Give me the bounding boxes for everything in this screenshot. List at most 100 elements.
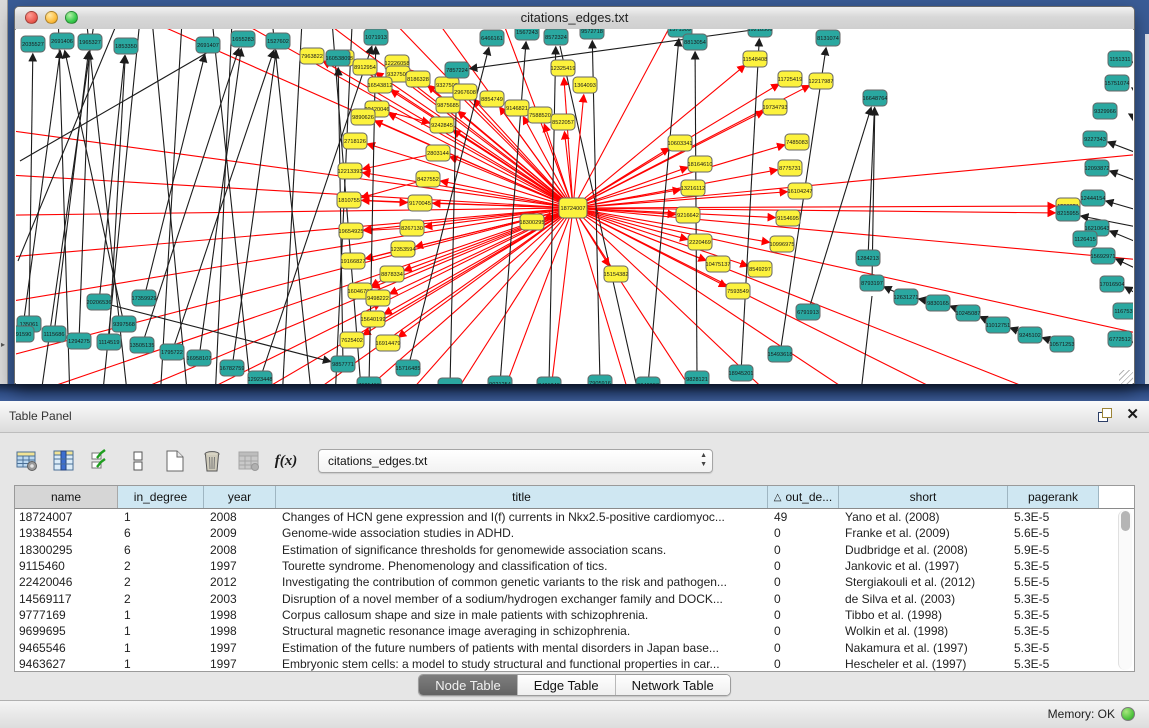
network-table-select[interactable]: citations_edges.txt ▲▼ [318, 449, 713, 473]
graph-node[interactable]: 8267130 [400, 220, 424, 236]
graph-node[interactable]: 2220469 [688, 234, 712, 250]
table-row[interactable]: 1872400712008Changes of HCN gene express… [15, 509, 1134, 525]
graph-node[interactable]: 16914479 [376, 335, 401, 351]
column-header-in-degree[interactable]: in_degree [118, 486, 204, 508]
column-header-title[interactable]: title [276, 486, 768, 508]
float-panel-icon[interactable] [1098, 408, 1112, 422]
graph-node[interactable]: 2691407 [196, 37, 220, 53]
graph-node[interactable]: 9828121 [685, 371, 709, 384]
graph-edge[interactable] [232, 51, 276, 368]
graph-node[interactable]: 2803144 [426, 145, 450, 161]
side-panel-edge[interactable]: ▸ [0, 0, 8, 401]
graph-node[interactable]: 8186328 [406, 71, 430, 87]
graph-edge[interactable] [1129, 114, 1133, 131]
graph-node[interactable]: 1567243 [515, 29, 539, 40]
graph-node[interactable]: 7905916 [588, 375, 612, 384]
graph-node[interactable]: 1527602 [266, 33, 290, 49]
graph-node[interactable]: 1655283 [231, 31, 255, 47]
table-row[interactable]: 977716911998Corpus callosum shape and si… [15, 607, 1134, 623]
graph-node[interactable]: 19166827 [341, 253, 366, 269]
graph-node[interactable]: 15692971 [1091, 248, 1116, 264]
select-column-button[interactable] [51, 448, 77, 474]
graph-node[interactable]: 19218506 [748, 29, 773, 37]
graph-node[interactable]: 1810755 [337, 192, 361, 208]
column-header-name[interactable]: name [15, 486, 118, 508]
graph-node[interactable]: 9329966 [1093, 103, 1117, 119]
graph-edge[interactable] [215, 29, 232, 384]
graph-node[interactable]: 16053809 [326, 50, 351, 66]
column-header-short[interactable]: short [839, 486, 1008, 508]
graph-node[interactable]: 12923448 [248, 371, 273, 384]
tab-node-table[interactable]: Node Table [419, 675, 518, 695]
graph-node[interactable]: 12217987 [809, 73, 834, 89]
graph-edge[interactable] [172, 50, 274, 352]
graph-node[interactable]: 8854749 [480, 91, 504, 107]
graph-node[interactable]: 8813054 [683, 34, 707, 50]
graph-node[interactable]: 10571253 [1050, 336, 1075, 352]
graph-node[interactable]: 9146821 [505, 100, 529, 116]
graph-node[interactable]: 1115686 [42, 326, 66, 342]
graph-edge[interactable] [16, 171, 573, 208]
graph-node[interactable]: 12093872 [1085, 160, 1110, 176]
row-height-button[interactable] [125, 448, 151, 474]
graph-node[interactable]: 9216642 [676, 207, 700, 223]
citation-network-graph[interactable]: 1872400718300295224200469890626271812612… [16, 29, 1133, 384]
graph-node[interactable]: 16543812 [368, 77, 393, 93]
graph-node[interactable]: 20206536 [87, 294, 112, 310]
graph-node[interactable]: 9245102 [1018, 327, 1042, 343]
graph-edge[interactable] [573, 208, 795, 384]
graph-edge[interactable] [1132, 88, 1133, 106]
graph-node[interactable]: 1114519 [97, 334, 121, 350]
graph-node[interactable]: 15493618 [768, 346, 793, 362]
panel-collapse-arrow[interactable]: ▸ [1, 340, 5, 349]
graph-node[interactable]: 12631271 [894, 289, 919, 305]
graph-node[interactable]: 8401349 [537, 377, 561, 384]
function-builder-button[interactable]: f(x) [273, 448, 299, 474]
graph-node[interactable]: 1126415 [1073, 231, 1097, 247]
graph-node[interactable]: 15154382 [604, 266, 629, 282]
graph-node[interactable]: 18945201 [729, 365, 754, 381]
table-row[interactable]: 1938455462009Genome-wide association stu… [15, 525, 1134, 541]
graph-edge[interactable] [369, 47, 376, 384]
graph-node[interactable]: 6772512 [1108, 331, 1132, 347]
graph-node[interactable]: 10475137 [706, 256, 731, 272]
window-titlebar[interactable]: citations_edges.txt [15, 7, 1134, 30]
graph-edge[interactable] [272, 29, 312, 384]
graph-edge[interactable] [1106, 201, 1133, 216]
graph-node[interactable]: 19654925 [339, 223, 364, 239]
graph-node[interactable]: 10996975 [770, 236, 795, 252]
window-resize-grip[interactable] [1119, 370, 1133, 384]
table-row[interactable]: 946362711997Embryonic stem cells: a mode… [15, 656, 1134, 672]
table-settings-button[interactable] [14, 448, 40, 474]
graph-node[interactable]: 2718126 [343, 133, 367, 149]
table-vertical-scrollbar[interactable] [1118, 510, 1132, 670]
graph-node[interactable]: 8549297 [748, 261, 772, 277]
graph-edge[interactable] [29, 54, 33, 324]
graph-node[interactable]: 6791913 [796, 304, 820, 320]
scrollbar-thumb[interactable] [1121, 511, 1130, 531]
column-header-year[interactable]: year [204, 486, 276, 508]
graph-node[interactable]: 9397568 [112, 316, 136, 332]
graph-node[interactable]: 1294275 [67, 333, 91, 349]
graph-node[interactable]: 7625402 [340, 332, 364, 348]
graph-node[interactable]: 2035527 [21, 36, 45, 52]
graph-edge[interactable] [573, 208, 1133, 336]
graph-node[interactable]: 12325419 [551, 60, 576, 76]
graph-node[interactable]: 1151311 [1108, 51, 1132, 67]
graph-edge[interactable] [399, 208, 573, 337]
graph-node[interactable]: 8522057 [551, 114, 575, 130]
graph-node[interactable]: 7485083 [785, 134, 809, 150]
graph-node[interactable]: 9154695 [776, 210, 800, 226]
graph-node[interactable]: 11725419 [778, 71, 802, 87]
network-canvas[interactable]: 1872400718300295224200469890626271812612… [16, 29, 1133, 384]
graph-edge[interactable] [1108, 142, 1133, 161]
graph-node[interactable]: 16104247 [788, 183, 813, 199]
graph-node[interactable]: 1364093 [573, 77, 597, 93]
graph-node[interactable]: 18300295 [520, 214, 545, 230]
graph-edge[interactable] [573, 65, 745, 208]
table-row[interactable]: 946554611997Estimation of the future num… [15, 639, 1134, 655]
graph-node[interactable]: 15640199 [361, 311, 386, 327]
graph-edge[interactable] [1110, 171, 1133, 189]
graph-node[interactable]: 8775731 [778, 160, 802, 176]
graph-node[interactable]: 7625403 [357, 377, 381, 384]
